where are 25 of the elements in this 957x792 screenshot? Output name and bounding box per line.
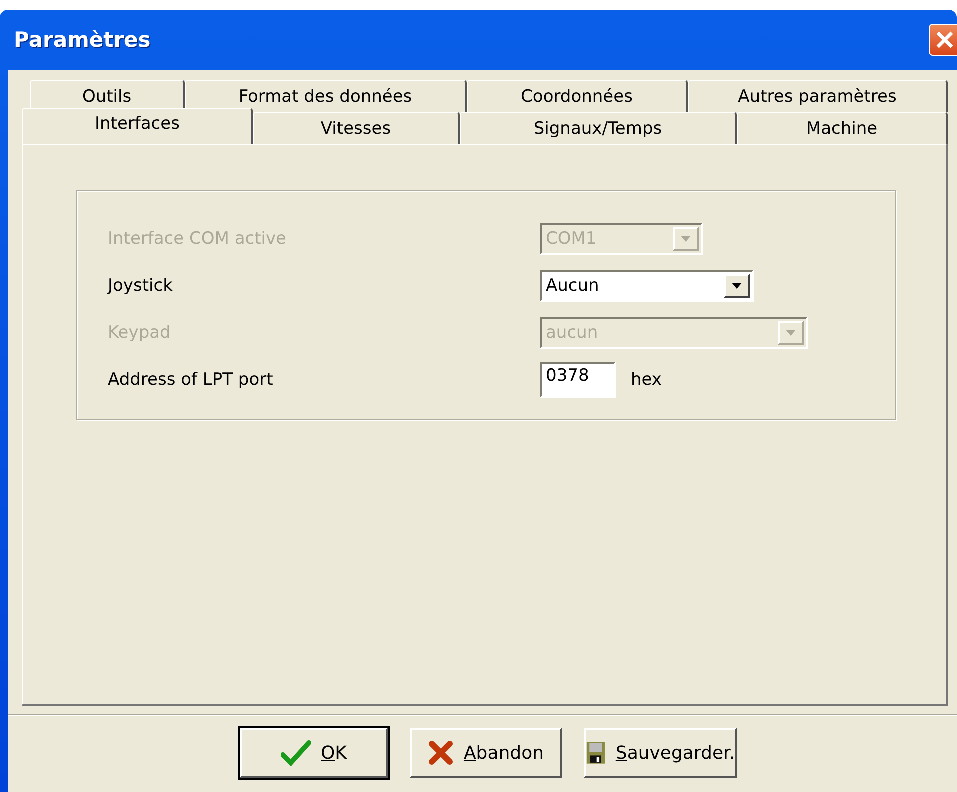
- caret-icon: [731, 282, 743, 290]
- cross-icon: [428, 740, 454, 766]
- tab[interactable]: Coordonnées: [467, 80, 688, 112]
- close-icon: [935, 30, 955, 50]
- checkmark-icon: [281, 740, 311, 766]
- tab[interactable]: Machine: [737, 112, 948, 144]
- dropdown[interactable]: Aucun: [540, 270, 754, 302]
- tab[interactable]: Signaux/Temps: [460, 112, 737, 144]
- tab[interactable]: Autres paramètres: [688, 80, 948, 112]
- setting-label: Address of LPT port: [108, 370, 274, 390]
- tab[interactable]: Vitesses: [253, 112, 460, 144]
- close-button[interactable]: [929, 24, 957, 56]
- setting-label: Keypad: [108, 323, 172, 343]
- tab[interactable]: Interfaces: [22, 108, 253, 144]
- unit-label: hex: [631, 370, 662, 390]
- caret-icon: [785, 329, 797, 337]
- setting-label: Interface COM active: [108, 229, 288, 249]
- caret-icon: [680, 235, 692, 243]
- dialog-button[interactable]: OK: [240, 728, 388, 778]
- dialog-button[interactable]: Abandon: [410, 728, 562, 778]
- dialog-button[interactable]: Sauvegarder.: [584, 728, 737, 778]
- setting-label: Joystick: [108, 276, 174, 296]
- tab[interactable]: Format des données: [185, 80, 467, 112]
- input-field[interactable]: 0378: [540, 362, 616, 398]
- window-title: Paramètres: [14, 28, 151, 52]
